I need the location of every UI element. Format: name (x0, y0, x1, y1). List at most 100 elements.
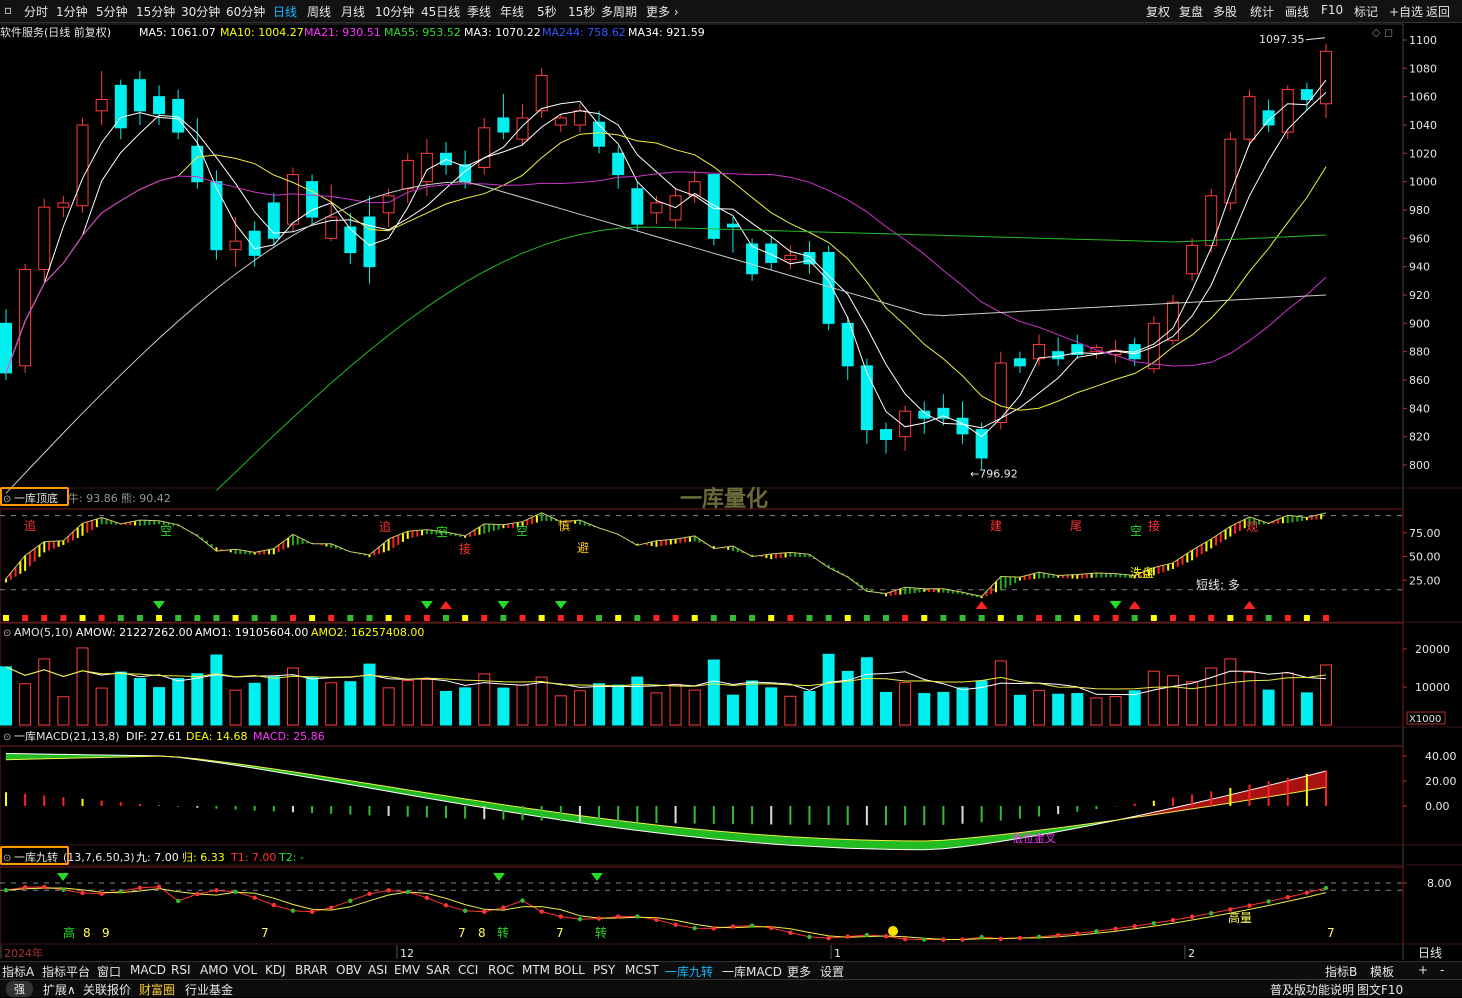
macd-panel: 40.00 20.00 0.00 低位金叉 (5, 750, 1457, 851)
period-tab-3[interactable]: 15分钟 (136, 3, 175, 20)
status-item-0[interactable]: 强 (6, 981, 33, 997)
nine-dot-40 (769, 925, 774, 931)
indicator-tab-12[interactable]: SAR (426, 963, 450, 977)
amo-bar-2 (38, 658, 51, 726)
tb-square-15 (289, 615, 296, 621)
status-item-4[interactable]: 行业基金 (185, 981, 233, 998)
candle-body-34 (650, 202, 663, 214)
period-tab-16[interactable]: 更多 › (646, 3, 679, 20)
toolbar-button-4[interactable]: 画线 (1285, 3, 1309, 20)
indicator-tab-20[interactable]: 一库MACD (722, 963, 782, 980)
toolbar-button-0[interactable]: 复权 (1146, 3, 1170, 20)
nine-dot-30 (577, 916, 583, 922)
chart-area[interactable]: 软件服务(日线 前复权) MA5: 1061.07 MA10: 1004.27 MA2… (0, 22, 1462, 961)
indicator-tab-5[interactable]: AMO (200, 963, 228, 977)
indicator-tab-19[interactable]: 一库九转 (665, 963, 713, 980)
candle-body-33 (631, 188, 644, 225)
indicator-tab-1[interactable]: 指标平台 (42, 963, 90, 980)
amo-bar-8 (153, 687, 166, 726)
nine-dot-34 (654, 917, 659, 922)
period-tab-0[interactable]: 分时 (24, 3, 48, 20)
tb-square-24 (462, 615, 469, 621)
indicator-tab-21[interactable]: 更多 (787, 963, 811, 980)
indicator-tab-14[interactable]: ROC (488, 963, 514, 977)
indicator-tab-13[interactable]: CCI (458, 963, 478, 977)
period-tab-13[interactable]: 5秒 (537, 3, 557, 20)
tb-square-58 (1112, 615, 1119, 621)
period-tab-9[interactable]: 10分钟 (375, 3, 414, 20)
nine-dot-17 (329, 905, 334, 911)
amo-bar-21 (401, 680, 414, 726)
period-tab-6[interactable]: 日线 (273, 3, 297, 20)
panel-control-icon[interactable]: ◇ ◻ (1372, 26, 1393, 39)
tb-square-34 (653, 615, 660, 621)
tb-square-19 (366, 615, 373, 621)
indicator-tab-9[interactable]: OBV (336, 963, 362, 977)
tb-square-32 (615, 615, 622, 621)
indicator-tab-7[interactable]: KDJ (265, 963, 286, 977)
status-right-1[interactable]: 图文F10 (1357, 981, 1403, 998)
indicator-right-0[interactable]: 指标B (1325, 963, 1357, 980)
amo-bar-66 (1262, 689, 1275, 726)
macd-toggle-icon[interactable]: ⊙ (3, 732, 11, 743)
indicator-tab-22[interactable]: 设置 (820, 963, 844, 980)
toolbar-button-7[interactable]: +自选 (1389, 3, 1423, 20)
period-tab-14[interactable]: 15秒 (568, 3, 595, 20)
indicator-tab-16[interactable]: BOLL (554, 963, 585, 977)
period-tab-12[interactable]: 年线 (500, 3, 524, 20)
menu-icon[interactable]: ▫ (4, 3, 12, 17)
indicator-tab-15[interactable]: MTM (522, 963, 550, 977)
indicator-right-1[interactable]: 模板 (1370, 963, 1394, 980)
nine-annotation-10: 7 (1327, 926, 1335, 940)
period-tab-11[interactable]: 季线 (467, 3, 491, 20)
ma-legend-3: MA55: 953.52 (384, 26, 461, 39)
status-item-2[interactable]: 关联报价 (83, 981, 131, 998)
status-item-3[interactable]: 财富圈 (139, 981, 175, 998)
period-tab-1[interactable]: 1分钟 (56, 3, 88, 20)
candle-body-32 (612, 152, 625, 176)
macd-tick-2: 0.00 (1425, 800, 1450, 813)
period-tab-2[interactable]: 5分钟 (96, 3, 128, 20)
indicator-tab-3[interactable]: MACD (130, 963, 166, 977)
indicator-tab-0[interactable]: 指标A (2, 963, 34, 980)
toolbar-button-1[interactable]: 复盘 (1179, 3, 1203, 20)
indicator-tab-4[interactable]: RSI (171, 963, 191, 977)
toolbar-button-3[interactable]: 统计 (1250, 3, 1274, 20)
indicator-tab-2[interactable]: 窗口 (97, 963, 121, 980)
nine-dot-31 (596, 916, 602, 921)
nine-dot-56 (1075, 931, 1080, 936)
toolbar-button-8[interactable]: 返回 (1426, 3, 1450, 20)
amo-bar-39 (746, 680, 759, 726)
macd-val-0: DIF: 27.61 (126, 730, 182, 743)
high-label: 1097.35 (1259, 33, 1305, 46)
indicator-tab-11[interactable]: EMV (394, 963, 420, 977)
period-tab-7[interactable]: 周线 (307, 3, 331, 20)
indicator-tab-8[interactable]: BRAR (295, 963, 328, 977)
period-tab-8[interactable]: 月线 (341, 3, 365, 20)
indicator-tab-18[interactable]: MCST (625, 963, 659, 977)
indicator-tab-17[interactable]: PSY (593, 963, 615, 977)
macd-title: 一库MACD(21,13,8) (14, 730, 120, 743)
toolbar-button-2[interactable]: 多股 (1213, 3, 1237, 20)
indicator-tab-10[interactable]: ASI (368, 963, 387, 977)
indicator-right-2[interactable]: + (1418, 963, 1428, 977)
indicator-tab-6[interactable]: VOL (233, 963, 257, 977)
tb-tick-0: 75.00 (1409, 527, 1441, 540)
amo-toggle-icon[interactable]: ⊙ (3, 628, 11, 639)
status-right-0[interactable]: 普及版功能说明 (1270, 981, 1354, 998)
period-tab-10[interactable]: 45日线 (421, 3, 460, 20)
tb-square-40 (768, 615, 775, 621)
toolbar-button-5[interactable]: F10 (1321, 3, 1343, 17)
nine-dot-60 (1151, 921, 1157, 926)
period-tab-4[interactable]: 30分钟 (181, 3, 220, 20)
nine-dot-18 (348, 898, 353, 903)
toolbar-button-6[interactable]: 标记 (1354, 3, 1378, 20)
status-item-1[interactable]: 扩展∧ (43, 981, 76, 998)
nine-toggle-icon[interactable]: ⊙ (3, 853, 11, 864)
topbottom-toggle-icon[interactable]: ⊙ (3, 494, 11, 505)
period-tab-5[interactable]: 60分钟 (226, 3, 265, 20)
period-tab-15[interactable]: 多周期 (601, 3, 637, 20)
indicator-right-3[interactable]: - (1440, 963, 1444, 977)
tb-annotation-13: 短线: 多 (1196, 578, 1240, 592)
amo-bar-16 (306, 676, 319, 726)
